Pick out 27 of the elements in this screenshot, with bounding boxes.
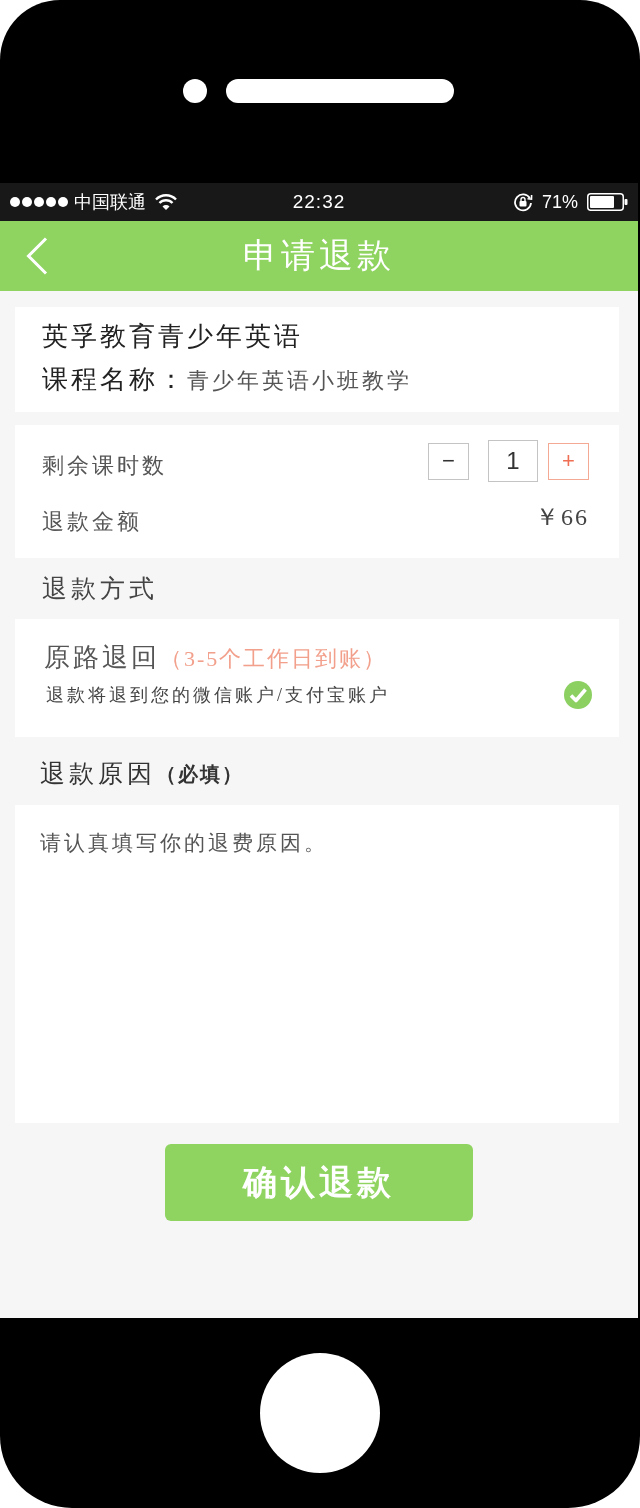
option-note: （3-5个工作日到账） — [160, 645, 388, 673]
section-heading: 退款方式 — [42, 573, 158, 604]
required-note: （必填） — [156, 762, 244, 787]
field-label: 课程名称： — [42, 364, 187, 396]
reason-field[interactable]: 请认真填写你的退费原因。 — [15, 805, 619, 1123]
wifi-icon — [155, 194, 177, 210]
carrier-name: 中国联通 — [74, 191, 146, 213]
battery-percent: 71% — [541, 191, 578, 213]
school-name: 英孚教育青少年英语 — [42, 322, 303, 351]
option-title: 原路退回 — [44, 642, 160, 674]
orientation-lock-icon — [512, 192, 533, 212]
decrement-button[interactable]: − — [428, 442, 469, 480]
back-icon — [26, 237, 48, 275]
speaker-icon — [225, 79, 454, 103]
camera-icon — [182, 79, 207, 103]
course-name: 青少年英语小班教学 — [187, 367, 412, 395]
field-label: 退款金额 — [42, 508, 142, 536]
section-heading: 退款原因 — [40, 759, 156, 789]
signal-icon — [10, 197, 68, 207]
battery-icon — [587, 193, 628, 211]
field-label: 剩余课时数 — [42, 452, 167, 480]
clock-time: 22:32 — [292, 191, 346, 213]
refund-amount: ￥66 — [535, 503, 589, 532]
page-title: 申请退款 — [243, 236, 395, 276]
quantity-field[interactable]: 1 — [488, 440, 538, 482]
option-description: 退款将退到您的微信账户/支付宝账户 — [45, 684, 390, 707]
refund-option[interactable]: 原路退回（3-5个工作日到账） 退款将退到您的微信账户/支付宝账户 — [15, 619, 619, 737]
